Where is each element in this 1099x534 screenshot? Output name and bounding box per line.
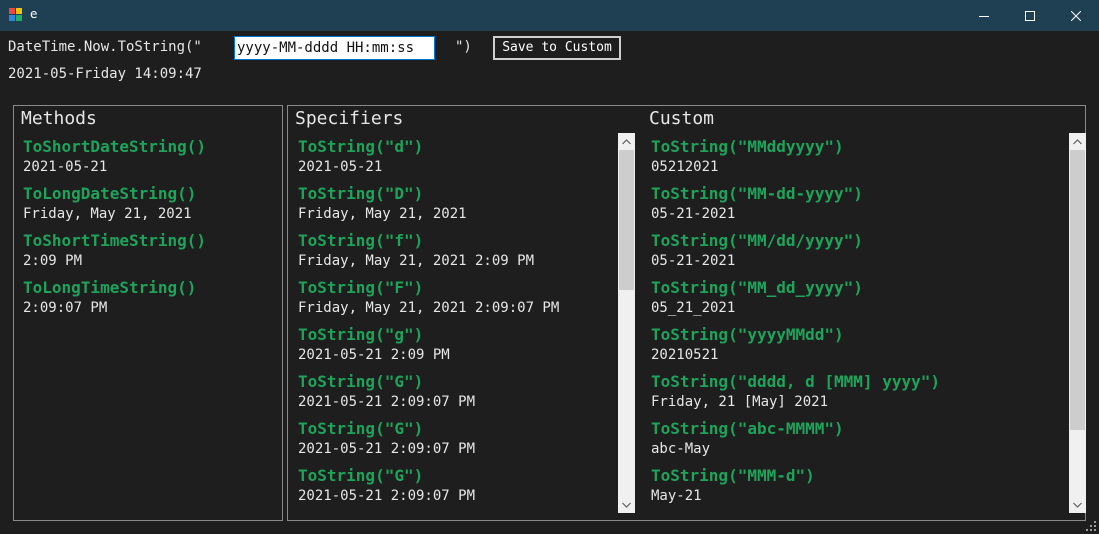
method-result: 20210521: [651, 347, 719, 363]
format-input[interactable]: [234, 36, 435, 60]
list-item[interactable]: ToString("MMM-d") May-21: [651, 466, 815, 505]
list-item[interactable]: ToString("F") Friday, May 21, 2021 2:09:0…: [298, 278, 559, 317]
code-prefix-label: DateTime.Now.ToString(": [8, 39, 202, 55]
method-result: Friday, 21 [May] 2021: [651, 394, 829, 410]
list-item[interactable]: ToString("g") 2021-05-21 2:09 PM: [298, 325, 450, 364]
specifiers-title: Specifiers: [295, 108, 404, 129]
specifiers-scrollbar[interactable]: [618, 133, 635, 513]
close-icon: [1071, 10, 1081, 21]
code-suffix-label: "): [455, 39, 472, 55]
list-item[interactable]: ToString("G") 2021-05-21 2:09:07 PM: [298, 372, 475, 411]
method-result: 2:09:07 PM: [23, 300, 108, 316]
method-result: 2021-05-21 2:09:07 PM: [298, 441, 476, 457]
method-name: ToLongTimeString(): [23, 278, 197, 297]
method-result: May-21: [651, 488, 702, 504]
method-name: ToString("G"): [298, 419, 424, 438]
maximize-icon: [1025, 10, 1035, 21]
list-item[interactable]: ToString("f") Friday, May 21, 2021 2:09 P…: [298, 231, 534, 270]
method-result: 2021-05-21 2:09 PM: [298, 347, 450, 363]
format-result: 2021-05-Friday 14:09:47: [8, 66, 202, 82]
method-name: ToString("D"): [298, 184, 424, 203]
method-name: ToShortTimeString(): [23, 231, 207, 250]
custom-title: Custom: [649, 108, 715, 129]
scroll-down-icon[interactable]: [618, 496, 635, 513]
list-item[interactable]: ToLongTimeString() 2:09:07 PM: [23, 278, 196, 317]
method-result: Friday, May 21, 2021: [23, 206, 192, 222]
list-item[interactable]: ToString("MMddyyyy") 05212021: [651, 137, 844, 176]
method-name: ToString("MMM-d"): [651, 466, 815, 485]
list-item[interactable]: ToLongDateString() Friday, May 21, 2021: [23, 184, 196, 223]
method-result: 05212021: [651, 159, 719, 175]
method-result: 05_21_2021: [651, 300, 736, 316]
scroll-up-icon[interactable]: [618, 133, 635, 150]
maximize-button[interactable]: [1007, 0, 1053, 31]
custom-scrollbar[interactable]: [1069, 133, 1086, 513]
method-name: ToString("abc-MMMM"): [651, 419, 844, 438]
methods-title: Methods: [21, 108, 97, 129]
resize-grip-icon[interactable]: [1085, 520, 1097, 532]
method-result: Friday, May 21, 2021 2:09 PM: [298, 253, 535, 269]
close-button[interactable]: [1053, 0, 1099, 31]
scroll-up-icon[interactable]: [1069, 133, 1086, 150]
method-result: 2:09 PM: [23, 253, 83, 269]
method-name: ToString("G"): [298, 466, 424, 485]
scroll-down-icon[interactable]: [1069, 496, 1086, 513]
method-result: Friday, May 21, 2021: [298, 206, 467, 222]
custom-scroll-thumb[interactable]: [1070, 150, 1085, 430]
list-item[interactable]: ToString("D") Friday, May 21, 2021: [298, 184, 467, 223]
method-result: abc-May: [651, 441, 711, 457]
method-name: ToLongDateString(): [23, 184, 197, 203]
method-result: 2021-05-21 2:09:07 PM: [298, 394, 476, 410]
list-item[interactable]: ToString("MM_dd_yyyy") 05_21_2021: [651, 278, 863, 317]
method-name: ToShortDateString(): [23, 137, 207, 156]
list-item[interactable]: ToString("G") 2021-05-21 2:09:07 PM: [298, 419, 475, 458]
list-item[interactable]: ToString("dddd, d [MMM] yyyy") Friday, 21…: [651, 372, 940, 411]
method-name: ToString("MMddyyyy"): [651, 137, 844, 156]
method-name: ToString("yyyyMMdd"): [651, 325, 844, 344]
method-result: 05-21-2021: [651, 253, 736, 269]
method-name: ToString("MM/dd/yyyy"): [651, 231, 863, 250]
list-item[interactable]: ToString("yyyyMMdd") 20210521: [651, 325, 844, 364]
method-result: 05-21-2021: [651, 206, 736, 222]
list-item[interactable]: ToString("MM/dd/yyyy") 05-21-2021: [651, 231, 863, 270]
list-item[interactable]: ToShortDateString() 2021-05-21: [23, 137, 206, 176]
save-to-custom-button[interactable]: Save to Custom: [493, 36, 621, 60]
method-name: ToString("d"): [298, 137, 424, 156]
method-result: Friday, May 21, 2021 2:09:07 PM: [298, 300, 560, 316]
method-name: ToString("MM-dd-yyyy"): [651, 184, 863, 203]
method-name: ToString("G"): [298, 372, 424, 391]
method-name: ToString("g"): [298, 325, 424, 344]
method-name: ToString("F"): [298, 278, 424, 297]
method-name: ToString("dddd, d [MMM] yyyy"): [651, 372, 940, 391]
method-result: 2021-05-21: [298, 159, 383, 175]
method-name: ToString("f"): [298, 231, 424, 250]
method-result: 2021-05-21 2:09:07 PM: [298, 488, 476, 504]
list-item[interactable]: ToString("G") 2021-05-21 2:09:07 PM: [298, 466, 475, 505]
list-item[interactable]: ToString("MM-dd-yyyy") 05-21-2021: [651, 184, 863, 223]
app-icon[interactable]: [9, 8, 23, 22]
list-item[interactable]: ToShortTimeString() 2:09 PM: [23, 231, 206, 270]
list-item[interactable]: ToString("d") 2021-05-21: [298, 137, 423, 176]
method-result: 2021-05-21: [23, 159, 108, 175]
window-title: e: [30, 7, 38, 21]
method-name: ToString("MM_dd_yyyy"): [651, 278, 863, 297]
minimize-icon: [979, 15, 989, 17]
title-bar: [0, 0, 1099, 31]
minimize-button[interactable]: [961, 0, 1007, 31]
specifiers-scroll-thumb[interactable]: [619, 150, 634, 290]
list-item[interactable]: ToString("abc-MMMM") abc-May: [651, 419, 844, 458]
